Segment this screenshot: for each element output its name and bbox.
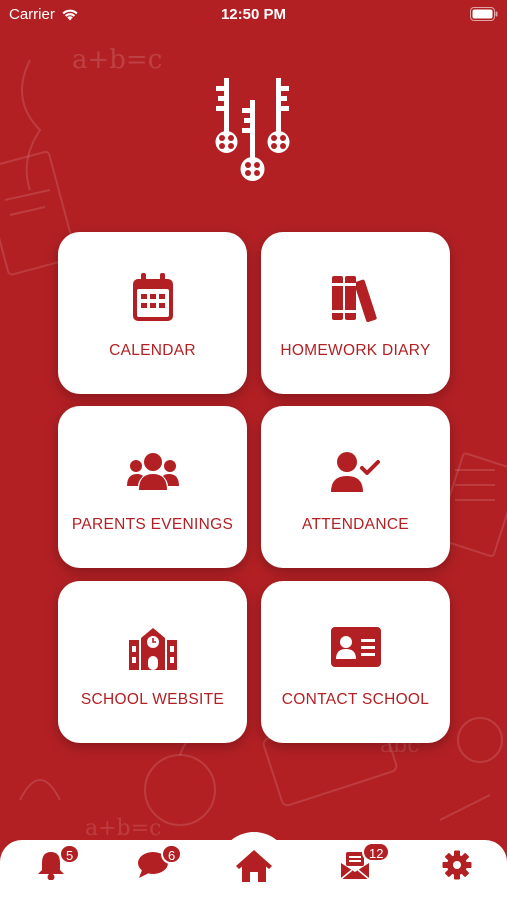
tab-settings[interactable] — [442, 850, 472, 885]
tab-mail[interactable]: 12 — [340, 842, 391, 885]
notifications-badge: 5 — [59, 844, 81, 864]
users-icon — [126, 446, 179, 498]
school-website-tile[interactable]: SCHOOL WEBSITE — [58, 581, 247, 743]
tile-label: CONTACT SCHOOL — [281, 691, 430, 708]
attendance-tile[interactable]: ATTENDANCE — [261, 406, 450, 568]
contact-card-icon — [330, 621, 381, 673]
home-icon — [236, 850, 272, 882]
tile-label: CALENDAR — [109, 342, 196, 359]
tile-label: HOMEWORK DIARY — [280, 342, 431, 359]
school-icon — [127, 621, 179, 673]
svg-text:a+b=c: a+b=c — [85, 816, 161, 841]
gear-icon — [442, 850, 472, 880]
tab-notifications[interactable]: 5 — [37, 844, 81, 885]
contact-school-tile[interactable]: CONTACT SCHOOL — [261, 581, 450, 743]
calendar-icon — [131, 272, 175, 324]
status-time: 12:50 PM — [220, 6, 287, 23]
tab-messages[interactable]: 6 — [137, 844, 183, 885]
homework-diary-tile[interactable]: HOMEWORK DIARY — [261, 232, 450, 394]
calendar-tile[interactable]: CALENDAR — [58, 232, 247, 394]
battery-icon — [470, 7, 498, 25]
tab-home[interactable] — [235, 848, 273, 889]
tile-label: ATTENDANCE — [302, 516, 409, 533]
books-icon — [330, 272, 382, 324]
mail-badge: 12 — [362, 842, 391, 862]
svg-text:a+b=c: a+b=c — [72, 45, 162, 75]
school-logo — [215, 78, 290, 181]
status-bar: Carrier 12:50 PM — [0, 0, 507, 30]
tile-label: SCHOOL WEBSITE — [80, 691, 225, 708]
messages-badge: 6 — [161, 844, 183, 864]
user-check-icon — [330, 446, 381, 498]
parents-evenings-tile[interactable]: PARENTS EVENINGS — [58, 406, 247, 568]
tile-label: PARENTS EVENINGS — [71, 516, 234, 533]
